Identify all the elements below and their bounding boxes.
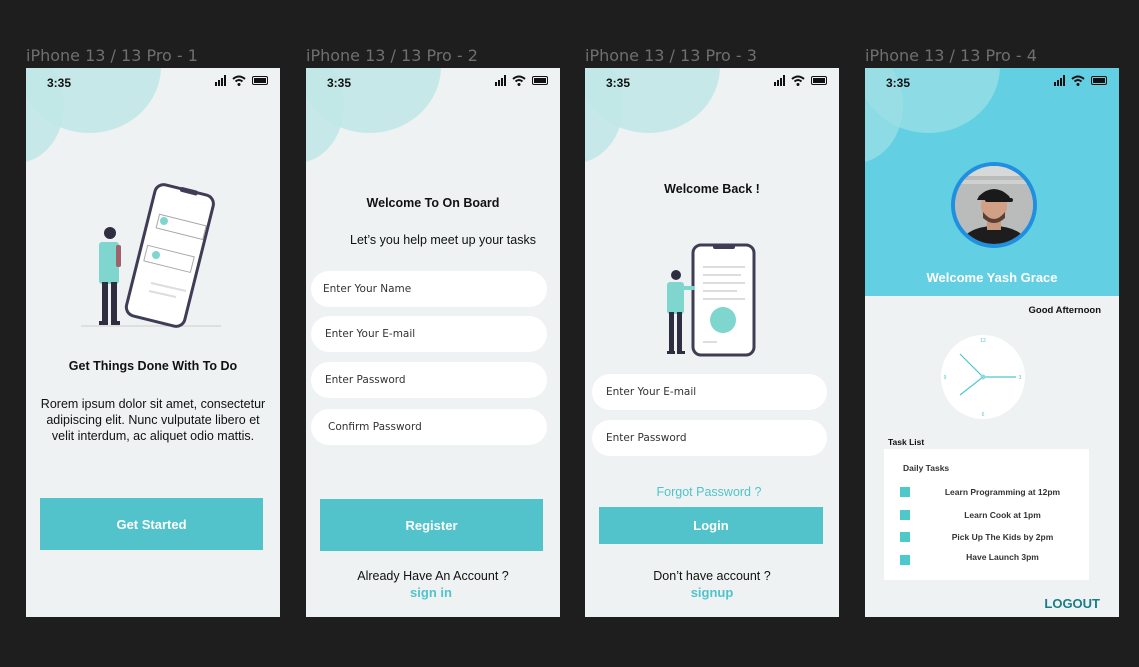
phone-screen-onboarding: 3:35 Get Things Done With To Do Rorem ip… — [26, 68, 280, 617]
welcome-user: Welcome Yash Grace — [926, 270, 1058, 285]
email-field[interactable]: Enter Your E-mail — [592, 374, 827, 410]
sign-in-link[interactable]: sign in — [306, 585, 558, 600]
battery-icon — [1091, 76, 1107, 85]
no-account-text: Don’t have account ? — [653, 569, 771, 583]
frame-title-4: iPhone 13 / 13 Pro - 4 — [865, 46, 1037, 65]
profile-photo — [955, 166, 1033, 244]
email-field[interactable]: Enter Your E-mail — [311, 316, 547, 352]
phone-screen-dashboard: 3:35 Welcome Yash Grace Good Afternoon 1… — [865, 68, 1119, 617]
frame-title-3: iPhone 13 / 13 Pro - 3 — [585, 46, 757, 65]
task-label: Learn Cook at 1pm — [964, 510, 1041, 520]
status-icons — [215, 75, 268, 86]
login-button[interactable]: Login — [599, 507, 823, 544]
task-item[interactable]: Learn Programming at 12pm — [900, 487, 1085, 499]
logout-button[interactable]: LOGOUT — [1044, 596, 1100, 611]
wifi-icon — [232, 75, 246, 86]
login-heading: Welcome Back ! — [664, 182, 760, 196]
analog-clock: 12 3 6 9 — [941, 335, 1025, 419]
task-checkbox[interactable] — [900, 532, 910, 542]
clock-three-label: 3 — [1019, 375, 1022, 381]
clock-nine-label: 9 — [944, 375, 947, 381]
person-phone-illustration — [81, 183, 221, 328]
greeting: Good Afternoon — [1028, 305, 1101, 316]
have-account-text: Already Have An Account ? — [357, 569, 509, 583]
battery-icon — [532, 76, 548, 85]
wifi-icon — [512, 75, 526, 86]
confirm-password-field[interactable]: Confirm Password — [311, 409, 547, 445]
signal-icon — [774, 75, 785, 86]
name-field[interactable]: Enter Your Name — [311, 271, 547, 307]
signup-link[interactable]: signup — [585, 585, 839, 600]
password-field[interactable]: Enter Password — [592, 420, 827, 456]
task-list-title: Task List — [888, 437, 925, 447]
wifi-icon — [791, 75, 805, 86]
task-card: Daily Tasks Learn Programming at 12pm Le… — [884, 449, 1089, 580]
status-icons — [1054, 75, 1107, 86]
status-time: 3:35 — [886, 76, 911, 90]
task-item[interactable]: Pick Up The Kids by 2pm — [900, 532, 1085, 544]
clock-twelve-label: 12 — [980, 338, 986, 344]
task-checkbox[interactable] — [900, 555, 910, 565]
status-icons — [495, 75, 548, 86]
frame-title-1: iPhone 13 / 13 Pro - 1 — [26, 46, 198, 65]
onboarding-description: Rorem ipsum dolor sit amet, consectetur … — [40, 397, 266, 443]
signal-icon — [1054, 75, 1065, 86]
task-label: Learn Programming at 12pm — [944, 487, 1061, 497]
status-time: 3:35 — [606, 76, 631, 90]
task-card-title: Daily Tasks — [903, 463, 950, 473]
get-started-button[interactable]: Get Started — [40, 498, 263, 550]
task-item[interactable]: Learn Cook at 1pm — [900, 510, 1085, 522]
onboarding-heading: Get Things Done With To Do — [68, 359, 238, 373]
status-time: 3:35 — [47, 76, 72, 90]
task-checkbox[interactable] — [900, 510, 910, 520]
phone-screen-register: 3:35 Welcome To On Board Let’s you help … — [306, 68, 560, 617]
register-button[interactable]: Register — [320, 499, 543, 551]
battery-icon — [252, 76, 268, 85]
signal-icon — [495, 75, 506, 86]
frame-title-2: iPhone 13 / 13 Pro - 2 — [306, 46, 478, 65]
battery-icon — [811, 76, 827, 85]
signal-icon — [215, 75, 226, 86]
task-label: Pick Up The Kids by 2pm — [951, 532, 1054, 542]
wifi-icon — [1071, 75, 1085, 86]
password-field[interactable]: Enter Password — [311, 362, 547, 398]
register-subheading: Let’s you help meet up your tasks — [350, 233, 536, 247]
register-heading: Welcome To On Board — [366, 196, 500, 210]
status-time: 3:35 — [327, 76, 352, 90]
task-item[interactable]: Have Launch 3pm — [900, 552, 1085, 567]
phone-screen-login: 3:35 Welcome Back ! Enter Your E-mail En… — [585, 68, 839, 617]
status-icons — [774, 75, 827, 86]
avatar[interactable] — [955, 166, 1033, 244]
task-checkbox[interactable] — [900, 487, 910, 497]
person-phone-illustration — [667, 243, 756, 357]
forgot-password-link[interactable]: Forgot Password ? — [585, 485, 836, 499]
task-label: Have Launch 3pm — [966, 552, 1039, 562]
clock-six-label: 6 — [982, 412, 985, 418]
